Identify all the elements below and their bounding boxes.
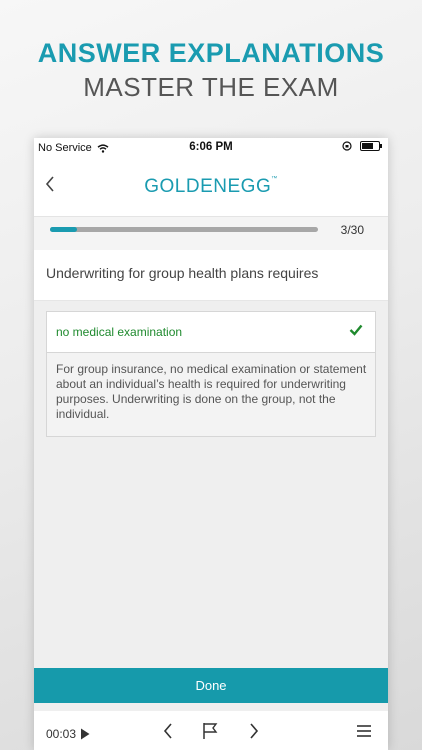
battery-icon <box>360 141 382 151</box>
previous-icon[interactable] <box>162 722 174 740</box>
progress-bar <box>50 227 318 232</box>
question-text: Underwriting for group health plans requ… <box>46 265 319 281</box>
question-panel: Underwriting for group health plans requ… <box>34 250 388 301</box>
promo-title: ANSWER EXPLANATIONS <box>37 38 385 68</box>
done-button[interactable]: Done <box>34 668 388 703</box>
play-icon[interactable] <box>80 728 90 740</box>
progress-fill <box>50 227 77 232</box>
logo-text: GOLDENEGG <box>144 176 272 197</box>
answer-option[interactable]: no medical examination <box>46 311 376 353</box>
progress-count: 3/30 <box>340 223 364 237</box>
app-logo: GOLDENEGG™ <box>34 176 388 198</box>
bottom-toolbar: 00:03 <box>34 711 388 750</box>
checkmark-icon <box>349 324 363 336</box>
timer: 00:03 <box>46 727 90 741</box>
status-bar: No Service 6:06 PM <box>34 138 388 158</box>
promo-subtitle: MASTER THE EXAM <box>83 72 339 102</box>
flag-icon[interactable] <box>202 722 218 740</box>
answer-explanation: For group insurance, no medical examinat… <box>46 353 376 437</box>
next-icon[interactable] <box>248 722 260 740</box>
phone-screen: No Service 6:06 PM GOLDENEGG™ 3/30 Under… <box>34 138 388 750</box>
timer-text: 00:03 <box>46 727 77 741</box>
logo-trademark: ™ <box>271 176 278 182</box>
orientation-lock-icon <box>342 141 352 151</box>
answer-card: no medical examination For group insuran… <box>46 311 376 437</box>
menu-icon[interactable] <box>356 722 372 740</box>
status-time: 6:06 PM <box>189 141 233 153</box>
nav-bar: GOLDENEGG™ <box>34 158 388 216</box>
answer-text: no medical examination <box>56 325 183 339</box>
progress-area: 3/30 <box>34 216 388 251</box>
